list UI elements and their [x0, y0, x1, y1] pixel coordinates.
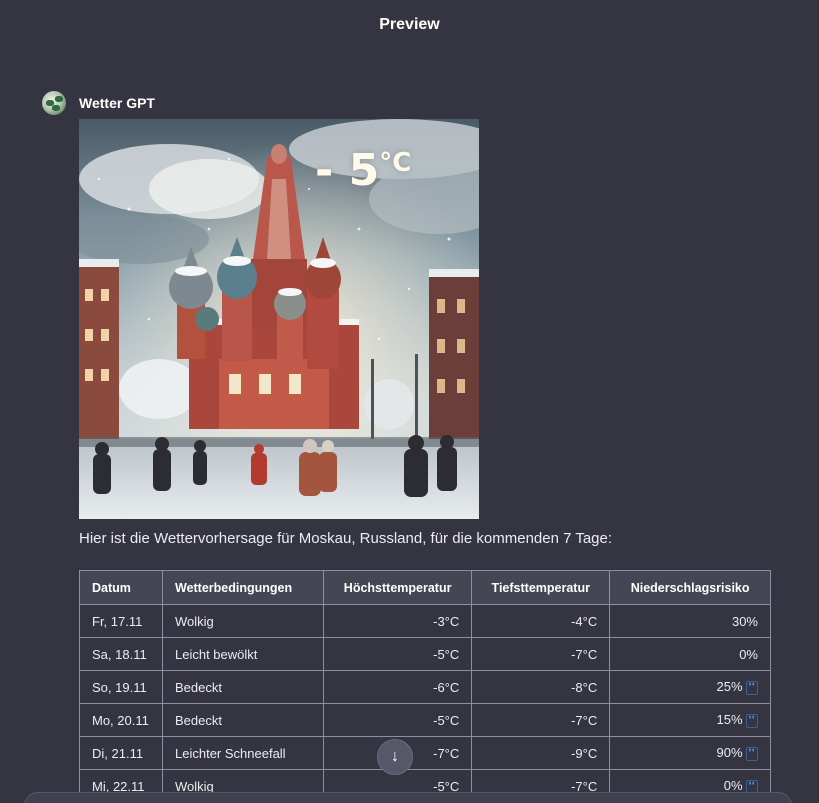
- cell-condition: Wolkig: [162, 769, 324, 792]
- cell-low: -7°C: [471, 769, 611, 792]
- cell-precip: 0% ❜❜: [609, 769, 771, 792]
- cell-low: -8°C: [471, 670, 611, 704]
- forecast-intro: Hier ist die Wettervorhersage für Moskau…: [79, 530, 613, 547]
- forecast-table-container[interactable]: Datum Wetterbedingungen Höchsttemperatur…: [79, 570, 771, 792]
- cell-condition: Bedeckt: [162, 703, 324, 737]
- cell-condition: Bedeckt: [162, 670, 324, 704]
- temperature-unit: °C: [379, 148, 412, 178]
- message-author: Wetter GPT: [79, 95, 155, 111]
- column-header-precip: Niederschlagsrisiko: [609, 570, 771, 605]
- cell-precip: 15% ❜❜: [609, 703, 771, 737]
- cell-precip: 25% ❜❜: [609, 670, 771, 704]
- cell-condition: Leichter Schneefall: [162, 736, 324, 770]
- precip-value: 30%: [731, 613, 758, 629]
- cell-precip: 90% ❜❜: [609, 736, 771, 770]
- column-header-high: Höchsttemperatur: [322, 570, 473, 605]
- preview-page: Preview Wetter GPT - 5°C Hier ist die We…: [0, 0, 819, 803]
- citation-quote-icon[interactable]: ❜❜: [745, 714, 758, 728]
- cell-date: Di, 21.11: [79, 736, 163, 770]
- cell-low: -7°C: [471, 637, 611, 671]
- table-header-row: Datum Wetterbedingungen Höchsttemperatur…: [79, 570, 771, 605]
- arrow-down-icon: ↓: [391, 748, 399, 765]
- message-composer[interactable]: [24, 792, 792, 803]
- gpt-avatar: [42, 91, 66, 115]
- table-row: Fr, 17.11 Wolkig -3°C -4°C 30%: [79, 604, 771, 638]
- cell-low: -9°C: [471, 736, 611, 770]
- moscow-weather-image: - 5°C: [79, 119, 479, 519]
- citation-quote-icon[interactable]: ❜❜: [745, 747, 758, 761]
- scroll-down-button[interactable]: ↓: [377, 739, 413, 775]
- cell-date: So, 19.11: [79, 670, 163, 704]
- table-row: So, 19.11 Bedeckt -6°C -8°C 25% ❜❜: [79, 670, 771, 704]
- precip-value: 90%: [716, 745, 743, 760]
- table-row: Sa, 18.11 Leicht bewölkt -5°C -7°C 0%: [79, 637, 771, 671]
- page-title: Preview: [379, 16, 440, 33]
- citation-quote-icon[interactable]: ❜❜: [745, 681, 758, 695]
- cell-high: -5°C: [322, 637, 473, 671]
- cell-condition: Leicht bewölkt: [162, 637, 324, 671]
- cell-high: -3°C: [322, 604, 473, 638]
- cell-condition: Wolkig: [162, 604, 324, 638]
- table-row: Mo, 20.11 Bedeckt -5°C -7°C 15% ❜❜: [79, 703, 771, 737]
- precip-value: 0%: [723, 778, 743, 792]
- cell-date: Sa, 18.11: [79, 637, 163, 671]
- cell-date: Mi, 22.11: [79, 769, 163, 792]
- precip-value: 15%: [716, 712, 743, 727]
- temperature-value: - 5: [315, 145, 380, 196]
- column-header-low: Tiefsttemperatur: [471, 570, 611, 605]
- cell-high: -6°C: [322, 670, 473, 704]
- cell-precip: 0%: [609, 637, 771, 671]
- citation-quote-icon[interactable]: ❜❜: [745, 780, 758, 792]
- precip-value: 0%: [739, 646, 758, 662]
- column-header-conditions: Wetterbedingungen: [162, 570, 324, 605]
- moscow-illustration: [79, 119, 479, 519]
- cell-date: Fr, 17.11: [79, 604, 163, 638]
- temperature-overlay: - 5°C: [315, 145, 411, 196]
- forecast-table: Datum Wetterbedingungen Höchsttemperatur…: [79, 570, 771, 792]
- cell-date: Mo, 20.11: [79, 703, 163, 737]
- cell-high: -5°C: [322, 703, 473, 737]
- cell-precip: 30%: [609, 604, 771, 638]
- cell-low: -4°C: [471, 604, 611, 638]
- cell-low: -7°C: [471, 703, 611, 737]
- column-header-date: Datum: [79, 570, 163, 605]
- precip-value: 25%: [716, 679, 743, 694]
- table-row: Mi, 22.11 Wolkig -5°C -7°C 0% ❜❜: [79, 769, 771, 792]
- table-row: Di, 21.11 Leichter Schneefall -7°C -9°C …: [79, 736, 771, 770]
